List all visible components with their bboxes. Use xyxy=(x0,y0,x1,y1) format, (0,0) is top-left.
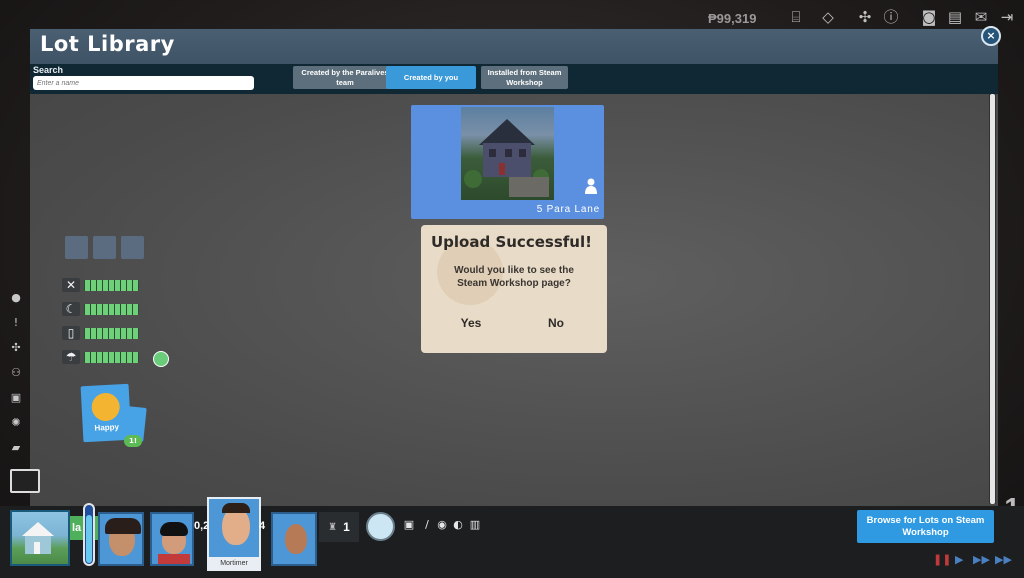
camera-icon[interactable]: ◙ xyxy=(920,8,938,26)
alert-icon[interactable]: ! xyxy=(6,313,26,333)
sim-portrait[interactable] xyxy=(98,512,144,566)
film-icon[interactable] xyxy=(10,469,40,493)
counter-value: 1 xyxy=(343,520,350,534)
tools-icon[interactable]: ✣ xyxy=(6,338,26,358)
lightbulb-icon[interactable]: ✺ xyxy=(6,413,26,433)
tab-paralives-team[interactable]: Created by the Paralives team xyxy=(293,66,397,89)
sim-portrait[interactable] xyxy=(271,512,317,566)
need-bar xyxy=(84,280,139,291)
newspaper-icon[interactable]: ▤ xyxy=(946,8,964,26)
mood-badge: 1! xyxy=(124,435,142,447)
no-button[interactable]: No xyxy=(526,314,586,332)
sim-portrait[interactable] xyxy=(150,512,194,566)
need-bar xyxy=(84,304,139,315)
briefcase-icon[interactable]: ▣ xyxy=(6,388,26,408)
scroll-thumb[interactable] xyxy=(990,94,995,504)
browse-steam-workshop-button[interactable]: Browse for Lots on Steam Workshop xyxy=(857,510,994,543)
dialog-message: Would you like to see the Steam Workshop… xyxy=(454,265,574,289)
mood-card[interactable]: Happy xyxy=(80,383,132,443)
partial-value: 4 xyxy=(259,520,266,532)
lot-card[interactable]: 5 Para Lane xyxy=(411,105,604,219)
lot-name: 5 Para Lane xyxy=(536,204,600,215)
cloud-upload-icon[interactable] xyxy=(366,512,395,541)
search-label: Search xyxy=(33,65,64,75)
person-icon[interactable]: ● xyxy=(6,288,26,308)
inventory-slot[interactable] xyxy=(121,236,144,259)
yes-button[interactable]: Yes xyxy=(441,314,501,332)
trash-icon[interactable]: ▥ xyxy=(468,518,482,532)
upload-dialog: Upload Successful! Would you like to see… xyxy=(421,225,607,353)
edit-icon[interactable]: / xyxy=(420,518,434,532)
library-title: Lot Library xyxy=(40,32,175,56)
tab-steam-workshop[interactable]: Installed from Steam Workshop xyxy=(481,66,568,89)
house-image xyxy=(464,119,549,197)
need-toilet: ▯ xyxy=(62,326,144,340)
food-icon: ✕ xyxy=(62,278,80,292)
sleep-icon: ☾ xyxy=(62,302,80,316)
need-bar xyxy=(84,328,139,339)
sim-counter: ♜ 1 xyxy=(319,512,359,542)
lot-thumbnail xyxy=(461,107,554,200)
fast-forward-icon[interactable]: ▶▶ xyxy=(973,553,990,567)
stairs-icon[interactable]: ⌸ xyxy=(787,8,805,26)
toilet-icon: ▯ xyxy=(62,326,80,340)
shower-icon: ☂ xyxy=(62,350,80,364)
money-display: ₱99,319 xyxy=(708,11,757,26)
chat-icon[interactable]: ▰ xyxy=(6,438,26,458)
inventory-slot[interactable] xyxy=(93,236,116,259)
library-header: Lot Library xyxy=(30,29,998,64)
mood-label: Happy xyxy=(94,422,120,433)
mail-icon[interactable]: ✉ xyxy=(972,8,990,26)
scrollbar[interactable] xyxy=(989,94,996,504)
energy-bar[interactable] xyxy=(83,503,95,566)
energy-fill xyxy=(86,515,92,563)
image-icon[interactable]: ▣ xyxy=(402,518,416,532)
emote-icon[interactable] xyxy=(153,351,169,367)
portrait-name: Mortimer xyxy=(207,557,261,571)
search-input[interactable] xyxy=(33,76,254,90)
info-icon[interactable]: ⓘ xyxy=(882,8,900,26)
sim-portrait-selected[interactable] xyxy=(207,497,261,559)
need-bar xyxy=(84,352,139,363)
trophy-icon: ♜ xyxy=(328,521,338,533)
play-icon[interactable]: ▶ xyxy=(955,553,963,567)
inventory-slot[interactable] xyxy=(65,236,88,259)
happy-face-icon xyxy=(90,392,121,422)
rotate-icon[interactable]: ◇ xyxy=(819,8,837,26)
tools-icon[interactable]: ✣ xyxy=(856,8,874,26)
need-hygiene: ☂ xyxy=(62,350,144,364)
tab-created-by-you[interactable]: Created by you xyxy=(386,66,476,89)
ultra-speed-icon[interactable]: ▶▶ xyxy=(995,553,1012,567)
family-icon[interactable]: ⚇ xyxy=(6,363,26,383)
need-sleep: ☾ xyxy=(62,302,144,316)
need-hunger: ✕ xyxy=(62,278,144,292)
pause-icon[interactable]: ❚❚ xyxy=(933,553,951,567)
exit-icon[interactable]: ⇥ xyxy=(998,8,1016,26)
library-toolbar: Search Created by the Paralives team Cre… xyxy=(30,64,998,94)
house-icon xyxy=(22,522,54,554)
dialog-title: Upload Successful! xyxy=(431,233,592,251)
eye-icon[interactable]: ◉ xyxy=(435,518,449,532)
steam-icon[interactable]: ◐ xyxy=(451,518,465,532)
user-icon xyxy=(585,178,597,194)
close-button[interactable]: × xyxy=(981,26,1001,46)
current-lot-thumbnail[interactable] xyxy=(10,510,70,566)
left-rail: ● ! ✣ ⚇ ▣ ✺ ▰ xyxy=(6,288,28,463)
